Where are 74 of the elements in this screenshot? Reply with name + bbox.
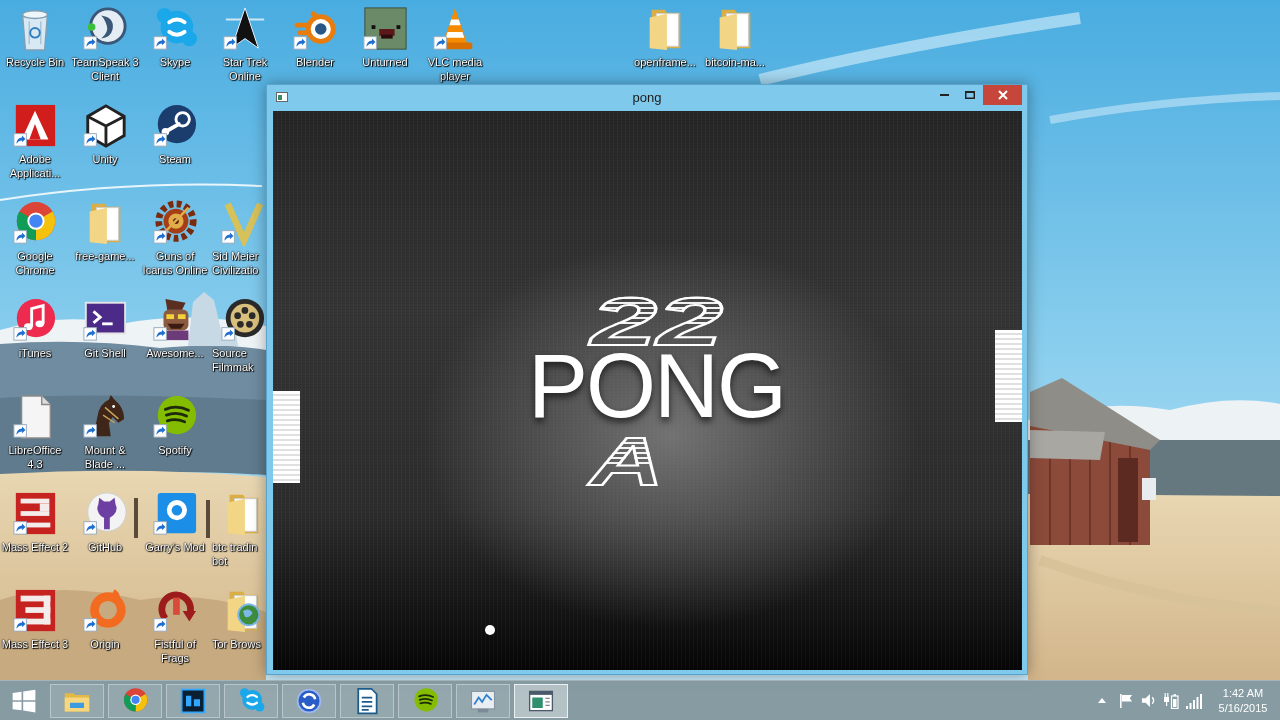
window-icon	[276, 92, 288, 102]
desktop-item[interactable]: Garry's Mod	[140, 485, 210, 554]
plug-battery-icon	[1163, 692, 1179, 709]
desktop-item[interactable]: Steam	[140, 97, 210, 166]
color-wheel-icon	[12, 200, 58, 246]
desktop-item[interactable]: Tor Brows	[210, 582, 266, 651]
desktop-item[interactable]: openframe...	[630, 0, 700, 69]
ring-icon	[82, 588, 128, 634]
desktop-item[interactable]: Mount & Blade ...	[70, 388, 140, 471]
gear-icon	[152, 200, 198, 246]
maximize-icon	[965, 91, 975, 99]
desktop-item[interactable]: Guns of Icarus Online	[140, 194, 210, 277]
desktop-item[interactable]: btc tradin bot	[210, 485, 266, 568]
clock-time: 1:42 AM	[1222, 685, 1264, 701]
window-title: pong	[632, 89, 662, 107]
speaker-icon	[1140, 693, 1156, 708]
wave-disc-icon	[152, 394, 198, 440]
ring-tile-icon	[152, 491, 198, 537]
desktop-item[interactable]: Star Trek Online	[210, 0, 280, 83]
cube-icon	[82, 103, 128, 149]
cloud-logo-icon	[152, 6, 198, 52]
fence-post	[206, 500, 210, 538]
caret-icon	[1098, 698, 1106, 703]
taskbar-button[interactable]	[398, 683, 452, 718]
circular-arrow-icon	[152, 588, 198, 634]
desktop-item[interactable]: GitHub	[70, 485, 140, 554]
desktop-item[interactable]: Spotify	[140, 388, 210, 457]
crescent-ring-icon	[82, 6, 128, 52]
desktop-item[interactable]: Git Shell	[70, 291, 140, 360]
desktop-item[interactable]: Adobe Applicati...	[0, 97, 70, 180]
film-reel-icon	[220, 297, 266, 343]
triangle-tile-icon	[12, 103, 58, 149]
key-disc-icon	[152, 103, 198, 149]
chevron-icon	[220, 200, 266, 246]
signal-bars-icon	[1186, 692, 1202, 709]
close-button[interactable]	[983, 85, 1022, 105]
blocky-face-icon	[362, 6, 408, 52]
striped-tile-icon	[12, 491, 58, 537]
desktop-item[interactable]: Skype	[140, 0, 210, 69]
desktop-item[interactable]: Google Chrome	[0, 194, 70, 277]
clock-date: 5/16/2015	[1218, 700, 1268, 716]
desktop-item[interactable]: Source Filmmak	[210, 291, 266, 374]
taskbar-button[interactable]	[166, 683, 220, 718]
desktop-item[interactable]: Origin	[70, 582, 140, 651]
desktop-item[interactable]: Unity	[70, 97, 140, 166]
fence-post	[134, 498, 138, 538]
flag-icon	[1117, 693, 1133, 708]
desktop-item[interactable]: Fistful of Frags	[140, 582, 210, 665]
desktop-item[interactable]: Mass Effect 3	[0, 582, 70, 651]
desktop-item[interactable]: bitcoin-ma...	[700, 0, 770, 69]
desktop-item[interactable]: VLC media player	[420, 0, 490, 83]
taskbar-button[interactable]	[514, 683, 568, 718]
desktop-item[interactable]: TeamSpeak 3 Client	[70, 0, 140, 83]
desktop-item[interactable]: Mass Effect 2	[0, 485, 70, 554]
desktop-item[interactable]: Recycle Bin	[0, 0, 70, 69]
taskbar-button[interactable]	[340, 683, 394, 718]
striped-tile-icon	[12, 588, 58, 634]
windows-logo-icon	[11, 687, 37, 714]
taskbar-button[interactable]	[282, 683, 336, 718]
desktop-item[interactable]: Unturned	[350, 0, 420, 69]
desktop-item[interactable]: Sid Meier Civilizatio	[210, 194, 266, 277]
music-note-icon	[12, 297, 58, 343]
ball	[485, 625, 495, 635]
desktop-item[interactable]: Awesome...	[140, 291, 210, 360]
close-icon	[997, 90, 1008, 100]
swirl-disc-icon	[295, 686, 323, 715]
app-tile-icon	[179, 686, 207, 715]
cat-silhouette-icon	[82, 491, 128, 537]
desktop-item[interactable]: free-game...	[70, 194, 140, 263]
ruined-tower	[188, 292, 238, 346]
desktop-item[interactable]: iTunes	[0, 291, 70, 360]
minimize-icon	[939, 94, 949, 96]
desktop-item[interactable]: Blender	[280, 0, 350, 69]
desktop-item[interactable]: LibreOffice 4.3	[0, 388, 70, 471]
